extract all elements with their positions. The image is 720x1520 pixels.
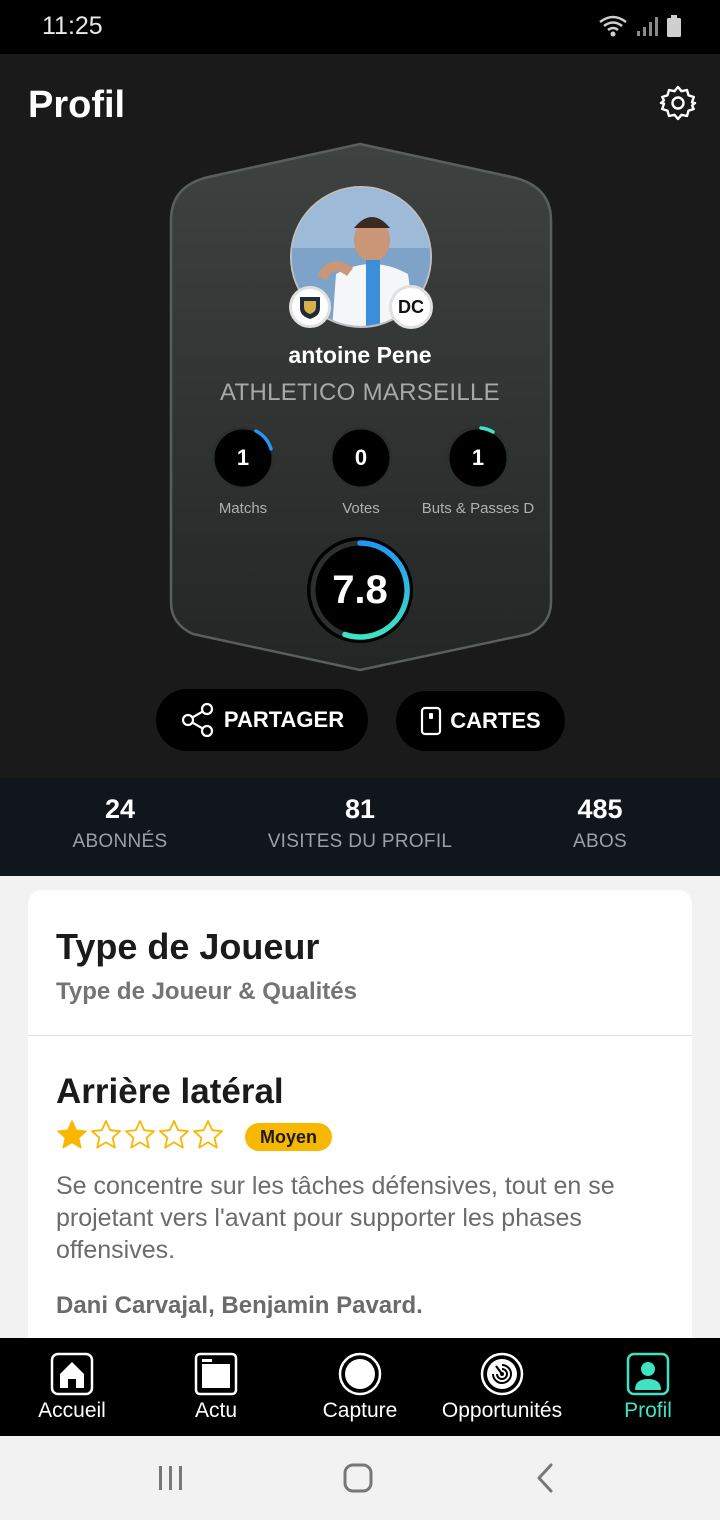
player-name: antoine Pene (288, 342, 432, 368)
count-abonnes[interactable]: 24 ABONNÉS (40, 794, 200, 853)
system-nav-bar (0, 1436, 720, 1520)
profile-counts: 24 ABONNÉS 81 VISITES DU PROFIL 485 ABOS (0, 778, 720, 876)
capture-icon (338, 1352, 382, 1396)
stat-value: 0 (354, 445, 368, 470)
recent-apps-icon[interactable] (157, 1464, 185, 1492)
status-icons (598, 14, 682, 38)
battery-icon (667, 15, 681, 37)
cards-button[interactable]: CARTES (396, 691, 565, 751)
star-empty-icon (159, 1120, 189, 1149)
star-empty-icon (193, 1120, 223, 1149)
share-button[interactable]: PARTAGER (156, 689, 368, 751)
count-value: 485 (577, 794, 623, 824)
count-label: ABOS (573, 831, 627, 852)
cards-button-label: CARTES (450, 708, 541, 733)
star-empty-icon (125, 1120, 155, 1149)
player-type-section: Type de Joueur Type de Joueur & Qualités… (0, 876, 720, 1360)
rating-value: 7.8 (332, 567, 388, 612)
share-button-label: PARTAGER (223, 707, 345, 732)
nav-item-actu[interactable]: Actu (144, 1338, 288, 1436)
stat-value: 1 (471, 445, 485, 470)
stat-value: 1 (236, 445, 250, 470)
star-filled-icon (57, 1120, 87, 1149)
section-subtitle: Type de Joueur & Qualités (56, 978, 357, 1005)
nav-item-profil[interactable]: Profil (576, 1338, 720, 1436)
divider (28, 1035, 692, 1036)
player-type-name: Arrière latéral (56, 1072, 284, 1111)
count-visites[interactable]: 81 VISITES DU PROFIL (240, 794, 480, 853)
count-value: 24 (104, 794, 136, 824)
count-value: 81 (344, 794, 376, 824)
count-abos[interactable]: 485 ABOS (520, 794, 680, 853)
star-empty-icon (91, 1120, 121, 1149)
club-name: ATHLETICO MARSEILLE (220, 379, 500, 406)
nav-item-capture[interactable]: Capture (288, 1338, 432, 1436)
nav-item-accueil[interactable]: Accueil (0, 1338, 144, 1436)
stat-matchs: 1 (210, 425, 276, 491)
rating-gauge: 7.8 (305, 535, 415, 645)
nav-label: Opportunités (441, 1399, 563, 1422)
status-time: 11:25 (42, 12, 103, 40)
home-button-icon[interactable] (342, 1462, 374, 1494)
back-icon[interactable] (534, 1462, 556, 1494)
nav-label: Actu (194, 1399, 238, 1422)
player-type-card: Type de Joueur Type de Joueur & Qualités… (28, 890, 692, 1360)
status-bar: 11:25 (0, 0, 720, 54)
section-title: Type de Joueur (56, 926, 320, 967)
opportunities-icon (480, 1352, 524, 1396)
nav-label: Capture (322, 1399, 398, 1422)
stat-votes: 0 (328, 425, 394, 491)
card-icon (421, 706, 442, 736)
count-label: VISITES DU PROFIL (267, 831, 453, 852)
news-icon (194, 1352, 238, 1396)
count-label: ABONNÉS (72, 831, 168, 852)
signal-icon (637, 17, 658, 36)
nav-item-opportunites[interactable]: Opportunités (432, 1338, 572, 1436)
level-badge: Moyen (245, 1123, 333, 1151)
player-type-examples: Dani Carvajal, Benjamin Pavard. (56, 1292, 423, 1319)
profile-icon (626, 1352, 670, 1396)
position-badge: DC (389, 285, 433, 329)
bottom-nav: Accueil Actu Capture Opportunités Profil (0, 1338, 720, 1436)
nav-label: Profil (624, 1399, 672, 1422)
star-rating (56, 1119, 224, 1151)
page-title: Profil (28, 84, 126, 126)
share-icon (181, 702, 214, 738)
nav-label: Accueil (38, 1399, 106, 1422)
wifi-icon (599, 15, 627, 37)
club-logo (289, 286, 331, 328)
home-icon (50, 1352, 94, 1396)
stat-buts-passes: 1 (445, 425, 511, 491)
stat-label: Buts & Passes D (421, 500, 535, 517)
gear-icon[interactable] (659, 84, 697, 122)
player-type-description: Se concentre sur les tâches défensives, … (56, 1172, 615, 1264)
